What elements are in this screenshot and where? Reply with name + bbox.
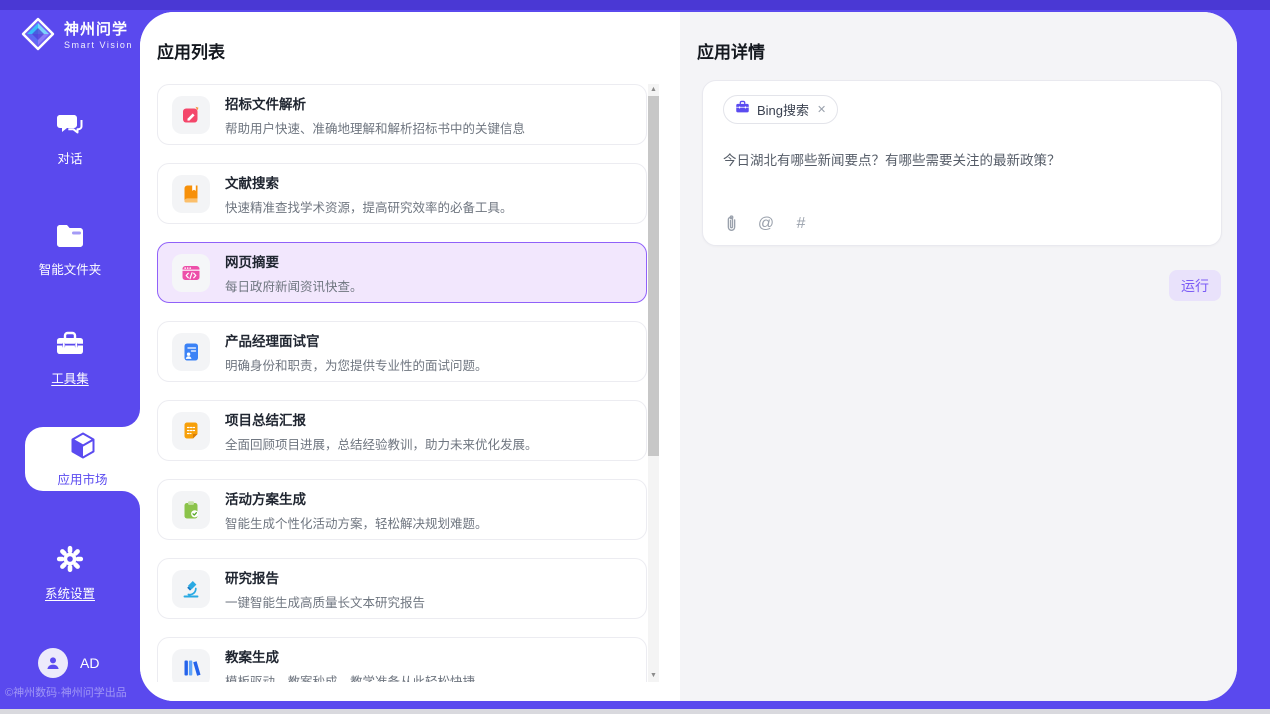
toolbox-icon xyxy=(55,330,85,363)
sidebar-item-label: 应用市场 xyxy=(57,469,107,488)
chip-close-icon[interactable]: ✕ xyxy=(816,103,827,116)
scroll-down-arrow-icon[interactable]: ▼ xyxy=(648,670,659,682)
app-card-desc: 全面回顾项目进展，总结经验教训，助力未来优化发展。 xyxy=(225,434,538,453)
brand-name: 神州问学 xyxy=(64,18,133,39)
briefcase-icon xyxy=(735,100,750,119)
app-card-title: 项目总结汇报 xyxy=(225,409,538,429)
document-person-icon xyxy=(172,333,210,371)
app-card-literature-search[interactable]: 文献搜索 快速精准查找学术资源，提高研究效率的必备工具。 xyxy=(157,163,647,224)
copyright-footer: ©神州数码·神州问学出品 xyxy=(5,684,127,700)
sidebar-item-toolset[interactable]: 工具集 xyxy=(0,330,140,387)
app-card-title: 教案生成 xyxy=(225,646,475,666)
pen-document-icon xyxy=(172,96,210,134)
user-account[interactable]: AD xyxy=(38,648,99,678)
query-input[interactable]: 今日湖北有哪些新闻要点？有哪些需要关注的最新政策？ xyxy=(723,151,1201,171)
app-window: 神州问学 Smart Vision 对话 智能文件夹 xyxy=(0,0,1270,714)
diamond-logo-icon xyxy=(20,16,56,52)
sidebar-item-chat[interactable]: 对话 xyxy=(0,110,140,167)
app-list-scrollbar[interactable]: ▲ ▼ xyxy=(648,84,659,682)
sidebar-item-smart-folder[interactable]: 智能文件夹 xyxy=(0,223,140,278)
tool-chip-bing-search[interactable]: Bing搜索 ✕ xyxy=(723,95,838,124)
window-bottom-strip xyxy=(0,709,1270,714)
app-card-research-report[interactable]: 研究报告 一键智能生成高质量长文本研究报告 xyxy=(157,558,647,619)
brand-logo: 神州问学 Smart Vision xyxy=(20,16,133,52)
book-icon xyxy=(172,175,210,213)
app-card-desc: 帮助用户快速、准确地理解和解析招标书中的关键信息 xyxy=(225,118,525,137)
app-card-event-plan[interactable]: 活动方案生成 智能生成个性化活动方案，轻松解决规划难题。 xyxy=(157,479,647,540)
app-detail-panel: 应用详情 Bing搜索 ✕ 今日湖北有哪些新 xyxy=(680,12,1237,701)
prompt-card: Bing搜索 ✕ 今日湖北有哪些新闻要点？有哪些需要关注的最新政策？ @ # xyxy=(702,80,1222,246)
app-card-project-summary[interactable]: 项目总结汇报 全面回顾项目进展，总结经验教训，助力未来优化发展。 xyxy=(157,400,647,461)
app-list: 招标文件解析 帮助用户快速、准确地理解和解析招标书中的关键信息 文献搜索 xyxy=(157,84,649,682)
app-card-title: 文献搜索 xyxy=(225,172,513,192)
app-list-title: 应用列表 xyxy=(157,38,225,63)
note-icon xyxy=(172,412,210,450)
sidebar-item-app-market-active[interactable]: 应用市场 xyxy=(25,427,140,491)
app-card-title: 招标文件解析 xyxy=(225,93,525,113)
app-card-desc: 智能生成个性化活动方案，轻松解决规划难题。 xyxy=(225,513,488,532)
user-initials: AD xyxy=(80,655,99,671)
microscope-icon xyxy=(172,570,210,608)
sidebar: 神州问学 Smart Vision 对话 智能文件夹 xyxy=(0,10,140,709)
hash-icon[interactable]: # xyxy=(790,213,812,235)
composer-toolbar: @ # xyxy=(720,213,812,235)
run-button[interactable]: 运行 xyxy=(1169,270,1221,301)
user-avatar-icon xyxy=(38,648,68,678)
window-top-strip xyxy=(0,0,1270,10)
app-card-pm-interviewer[interactable]: 产品经理面试官 明确身份和职责，为您提供专业性的面试问题。 xyxy=(157,321,647,382)
app-card-web-summary-selected[interactable]: 网页摘要 每日政府新闻资讯快查。 xyxy=(157,242,647,303)
scrollbar-thumb[interactable] xyxy=(648,96,659,456)
app-card-title: 网页摘要 xyxy=(225,251,363,271)
app-card-desc: 每日政府新闻资讯快查。 xyxy=(225,276,363,295)
app-card-bid-parsing[interactable]: 招标文件解析 帮助用户快速、准确地理解和解析招标书中的关键信息 xyxy=(157,84,647,145)
app-card-desc: 一键智能生成高质量长文本研究报告 xyxy=(225,592,425,611)
main-content: 应用列表 招标文件解析 帮助用户快速、准确地理解和解析招标书中的关键信息 xyxy=(140,12,1237,701)
app-list-panel: 应用列表 招标文件解析 帮助用户快速、准确地理解和解析招标书中的关键信息 xyxy=(140,12,680,701)
app-detail-title: 应用详情 xyxy=(697,38,765,63)
sidebar-item-label: 系统设置 xyxy=(45,583,95,602)
brand-subtitle: Smart Vision xyxy=(64,40,133,50)
app-card-title: 产品经理面试官 xyxy=(225,330,488,350)
sidebar-item-label: 对话 xyxy=(57,148,82,167)
app-card-title: 活动方案生成 xyxy=(225,488,488,508)
sidebar-item-label: 智能文件夹 xyxy=(39,259,102,278)
scroll-up-arrow-icon[interactable]: ▲ xyxy=(648,84,659,96)
browser-code-icon xyxy=(172,254,210,292)
gear-icon xyxy=(56,545,84,578)
active-tab-fillet-bottom xyxy=(120,491,140,511)
sidebar-item-settings[interactable]: 系统设置 xyxy=(0,545,140,602)
app-card-desc: 模板驱动，教案秒成，教学准备从此轻松快捷 xyxy=(225,671,475,683)
books-icon xyxy=(172,649,210,683)
at-icon[interactable]: @ xyxy=(755,213,777,235)
app-card-desc: 快速精准查找学术资源，提高研究效率的必备工具。 xyxy=(225,197,513,216)
chat-icon xyxy=(55,110,85,143)
app-card-lesson-plan[interactable]: 教案生成 模板驱动，教案秒成，教学准备从此轻松快捷 xyxy=(157,637,647,682)
active-tab-fillet-top xyxy=(120,407,140,427)
clipboard-check-icon xyxy=(172,491,210,529)
tool-chip-label: Bing搜索 xyxy=(757,100,809,119)
app-card-desc: 明确身份和职责，为您提供专业性的面试问题。 xyxy=(225,355,488,374)
cube-icon xyxy=(68,431,98,466)
paperclip-icon[interactable] xyxy=(720,213,742,235)
sidebar-item-label: 工具集 xyxy=(51,368,89,387)
folder-icon xyxy=(55,223,85,254)
app-card-title: 研究报告 xyxy=(225,567,425,587)
